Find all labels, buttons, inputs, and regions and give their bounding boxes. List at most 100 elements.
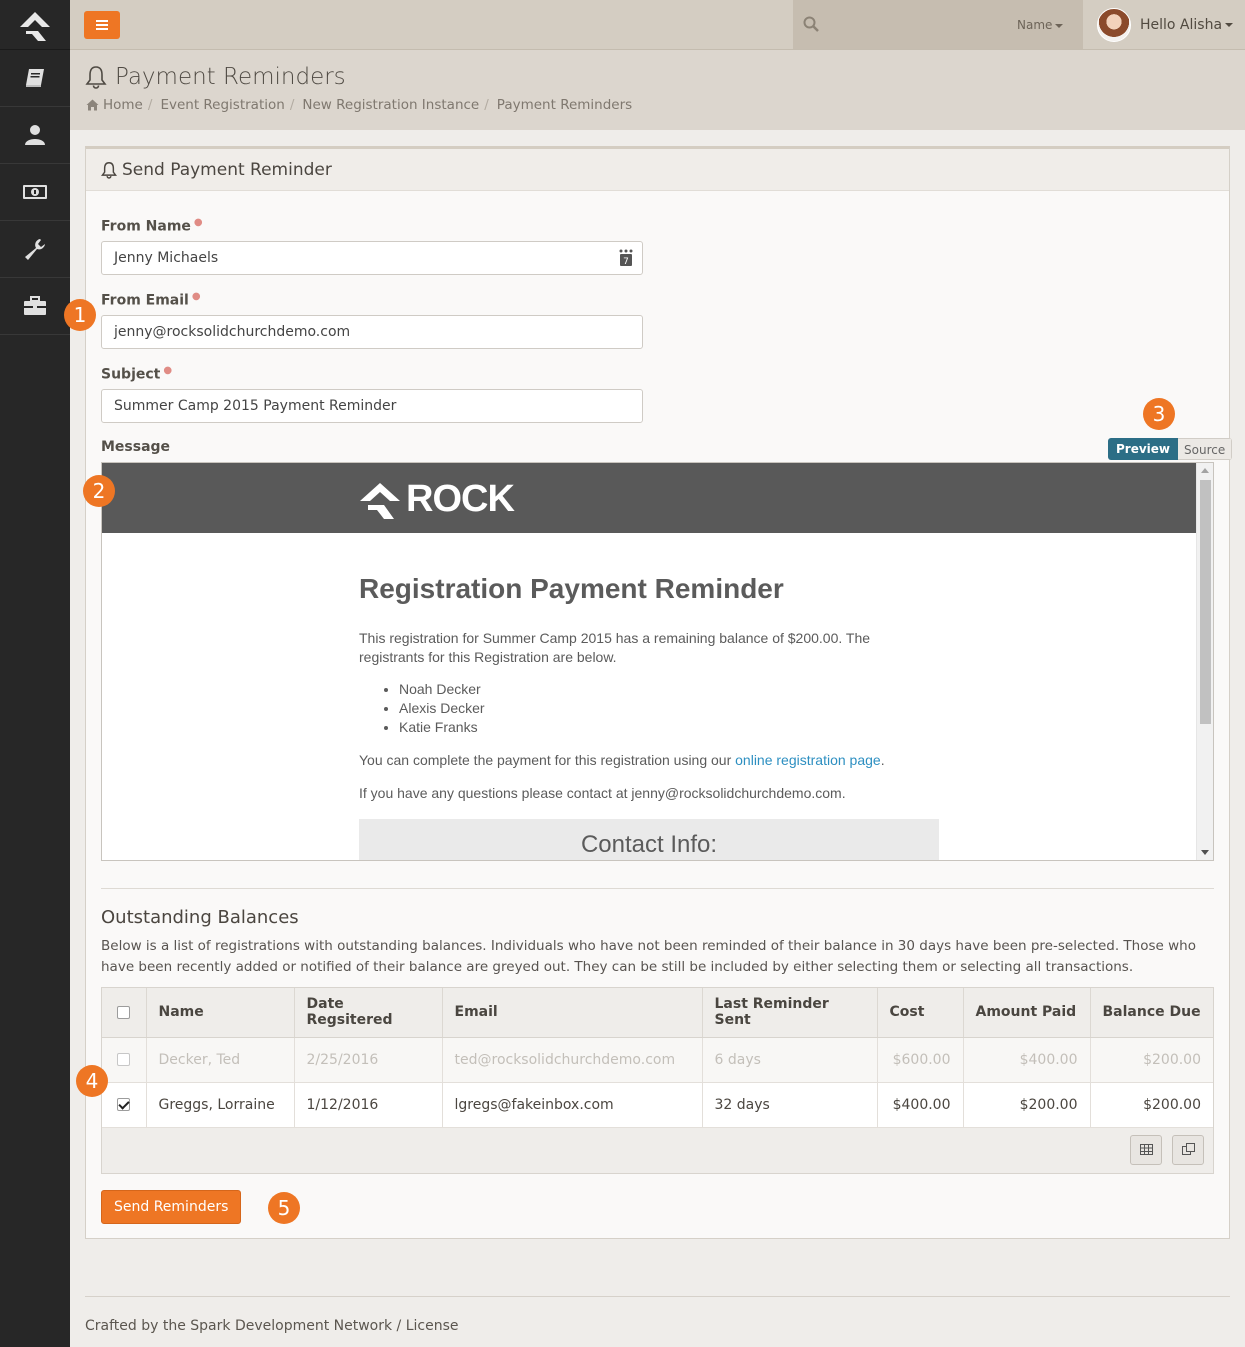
cell-cost: $400.00 bbox=[877, 1082, 964, 1128]
message-label: Message bbox=[101, 439, 170, 455]
row-checkbox[interactable] bbox=[117, 1098, 131, 1111]
subject-value: Summer Camp 2015 Payment Reminder bbox=[114, 398, 397, 414]
email-paragraph-contact: If you have any questions please contact… bbox=[359, 785, 846, 801]
column-header-name[interactable]: Name bbox=[146, 988, 295, 1038]
payment-text-end: . bbox=[880, 752, 885, 768]
rock-email-logo: ROCK bbox=[360, 478, 515, 521]
column-header-last-reminder[interactable]: Last Reminder Sent bbox=[702, 988, 878, 1038]
required-indicator: ● bbox=[193, 217, 203, 228]
list-item: Katie Franks bbox=[399, 718, 485, 737]
from-email-field[interactable]: jenny@rocksolidchurchdemo.com bbox=[101, 315, 643, 349]
preview-scrollbar[interactable] bbox=[1196, 463, 1213, 860]
briefcase-icon bbox=[24, 296, 46, 315]
cell-date: 2/25/2016 bbox=[294, 1037, 443, 1083]
from-email-value: jenny@rocksolidchurchdemo.com bbox=[114, 324, 351, 340]
sidebar-item-person[interactable] bbox=[0, 107, 70, 164]
email-paragraph-payment: You can complete the payment for this re… bbox=[359, 752, 885, 768]
footer-divider bbox=[85, 1296, 1230, 1297]
send-reminders-button[interactable]: Send Reminders bbox=[101, 1190, 242, 1224]
table-row[interactable]: Decker, Ted 2/25/2016 ted@rocksolidchurc… bbox=[102, 1037, 1213, 1083]
panel-title-text: Send Payment Reminder bbox=[122, 159, 332, 180]
sidebar bbox=[0, 0, 70, 1347]
column-header-balance-due[interactable]: Balance Due bbox=[1090, 988, 1213, 1038]
column-header-date[interactable]: Date Regsitered bbox=[294, 988, 443, 1038]
sidebar-item-admin-tools[interactable] bbox=[0, 221, 70, 278]
search-input[interactable]: Name bbox=[793, 0, 1083, 49]
list-item: Noah Decker bbox=[399, 680, 485, 699]
scrollbar-thumb[interactable] bbox=[1200, 480, 1211, 724]
user-greeting: Hello Alisha bbox=[1140, 16, 1234, 33]
callout-5: 5 bbox=[268, 1192, 300, 1224]
avatar bbox=[1097, 7, 1131, 42]
from-name-field[interactable]: Jenny Michaels 7 bbox=[101, 241, 643, 275]
scroll-up-icon[interactable] bbox=[1201, 468, 1209, 473]
table-row[interactable]: Greggs, Lorraine 1/12/2016 lgregs@fakein… bbox=[102, 1082, 1213, 1128]
merge-template-button[interactable] bbox=[1172, 1134, 1204, 1165]
cell-balance-due: $200.00 bbox=[1090, 1037, 1213, 1083]
from-name-label-text: From Name bbox=[101, 218, 191, 235]
message-label-text: Message bbox=[101, 439, 171, 455]
email-paragraph-balance: This registration for Summer Camp 2015 h… bbox=[359, 630, 871, 665]
wrench-icon bbox=[25, 239, 45, 260]
from-name-value: Jenny Michaels bbox=[114, 250, 219, 266]
source-toggle-button[interactable]: Source bbox=[1178, 438, 1233, 460]
from-name-label: From Name ● bbox=[101, 217, 203, 235]
hamburger-icon bbox=[96, 20, 108, 30]
select-all-header bbox=[102, 988, 147, 1038]
search-type-dropdown[interactable]: Name bbox=[1017, 18, 1064, 32]
breadcrumb-separator: / bbox=[147, 97, 153, 113]
cell-email: ted@rocksolidchurchdemo.com bbox=[442, 1037, 703, 1083]
send-reminder-panel: Send Payment Reminder From Name ● Jenny M… bbox=[85, 146, 1233, 1239]
top-bar: Name Hello Alisha bbox=[70, 0, 1245, 50]
menu-toggle-button[interactable] bbox=[84, 11, 120, 39]
breadcrumb-home[interactable]: Home bbox=[103, 97, 143, 113]
select-all-checkbox[interactable] bbox=[117, 1005, 131, 1019]
rock-logo-icon bbox=[360, 482, 400, 519]
sidebar-item-book[interactable] bbox=[0, 50, 70, 107]
breadcrumb-registration-instance[interactable]: New Registration Instance bbox=[302, 97, 479, 113]
breadcrumb: Home / Event Registration / New Registrati… bbox=[86, 97, 632, 113]
svg-text:7: 7 bbox=[623, 257, 629, 267]
person-icon bbox=[25, 125, 45, 145]
callout-1: 1 bbox=[64, 299, 96, 331]
money-icon bbox=[23, 185, 47, 199]
panel-title: Send Payment Reminder bbox=[86, 149, 1229, 191]
rock-logo[interactable] bbox=[0, 0, 70, 50]
home-icon bbox=[86, 99, 99, 111]
table-header-row: Name Date Regsitered Email Last Reminder… bbox=[102, 988, 1213, 1038]
row-select-cell bbox=[102, 1037, 147, 1083]
subject-field[interactable]: Summer Camp 2015 Payment Reminder bbox=[101, 389, 643, 423]
cell-cost: $600.00 bbox=[877, 1037, 964, 1083]
search-icon bbox=[803, 16, 819, 32]
rock-logo-icon bbox=[20, 11, 50, 41]
cell-email: lgregs@fakeinbox.com bbox=[442, 1082, 703, 1128]
preview-toggle-button[interactable]: Preview bbox=[1108, 438, 1179, 460]
cell-date: 1/12/2016 bbox=[294, 1082, 443, 1128]
user-greeting-text: Hello Alisha bbox=[1140, 16, 1223, 33]
sidebar-item-finance[interactable] bbox=[0, 164, 70, 221]
footer-credits: Crafted by the Spark Development Network… bbox=[85, 1318, 459, 1334]
cell-name: Decker, Ted bbox=[146, 1037, 295, 1083]
chevron-down-icon bbox=[1055, 23, 1064, 28]
breadcrumb-event-registration[interactable]: Event Registration bbox=[160, 97, 284, 113]
book-icon bbox=[26, 69, 44, 87]
column-header-email[interactable]: Email bbox=[442, 988, 703, 1038]
callout-4: 4 bbox=[76, 1065, 108, 1097]
export-excel-button[interactable] bbox=[1130, 1134, 1162, 1165]
page-header: Payment Reminders Home / Event Registrati… bbox=[70, 50, 1245, 130]
page-title-text: Payment Reminders bbox=[115, 64, 346, 90]
column-header-cost[interactable]: Cost bbox=[877, 988, 964, 1038]
column-header-amount-paid[interactable]: Amount Paid bbox=[963, 988, 1091, 1038]
breadcrumb-separator: / bbox=[289, 97, 295, 113]
preview-source-toggle: Preview Source bbox=[1108, 438, 1233, 460]
message-preview[interactable]: ROCK Registration Payment Reminder This … bbox=[101, 462, 1214, 861]
from-email-label: From Email ● bbox=[101, 291, 201, 309]
merge-field-icon[interactable]: 7 bbox=[618, 249, 634, 267]
registrant-list: Noah Decker Alexis Decker Katie Franks bbox=[359, 680, 485, 737]
sidebar-item-tools[interactable] bbox=[0, 278, 70, 335]
scroll-down-icon[interactable] bbox=[1201, 850, 1209, 855]
row-checkbox[interactable] bbox=[117, 1053, 131, 1066]
online-registration-link[interactable]: online registration page bbox=[735, 752, 881, 768]
user-menu[interactable]: Hello Alisha bbox=[1083, 0, 1245, 49]
grid-actions bbox=[102, 1127, 1213, 1173]
